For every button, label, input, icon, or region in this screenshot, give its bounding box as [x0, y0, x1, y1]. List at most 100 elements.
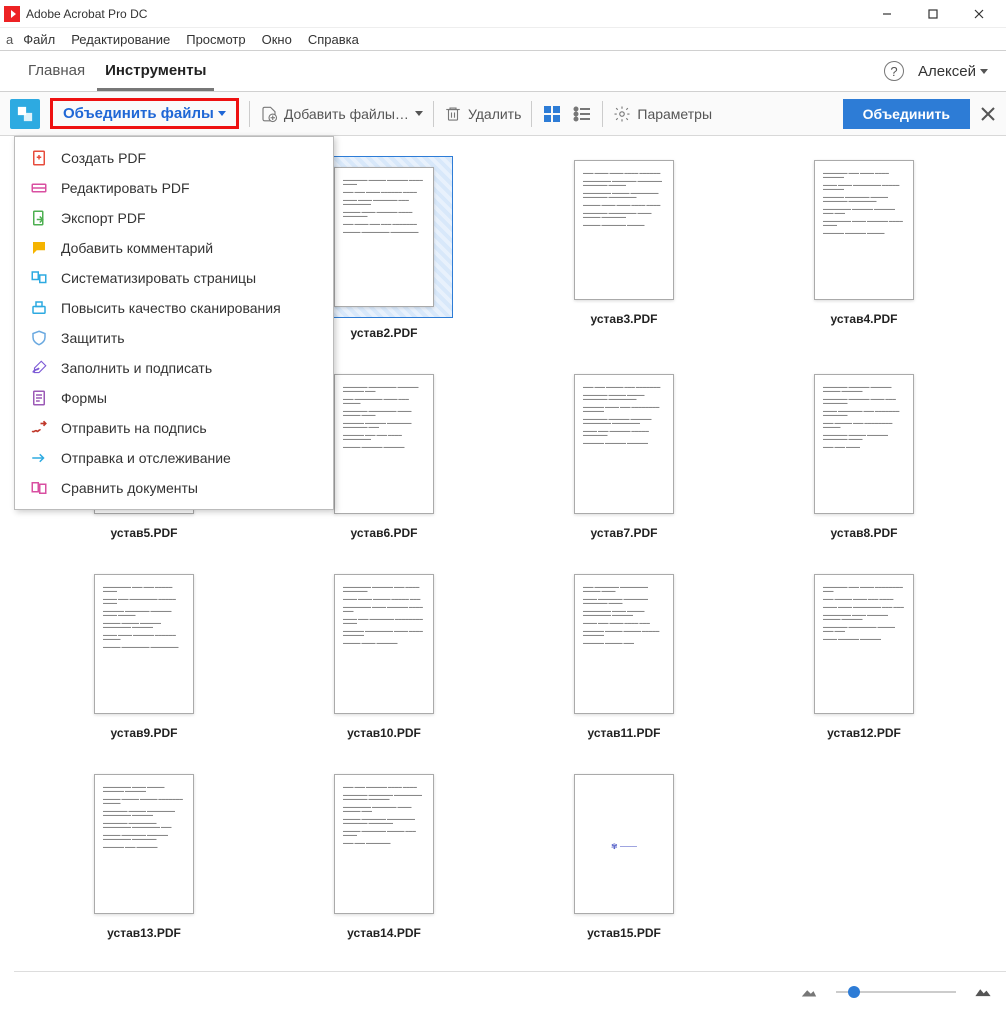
page-preview: ▬▬▬▬▬▬▬ ▬▬▬▬▬▬ ▬▬▬▬▬▬ ▬▬▬▬▬ ▬▬▬▬▬▬ ▬▬▬▬▬… [814, 374, 914, 514]
dropdown-item-comment[interactable]: Добавить комментарий [15, 233, 333, 263]
file-thumbnail[interactable]: ▬▬▬▬▬▬▬▬ ▬▬▬▬▬▬ ▬▬▬ ▬▬▬▬ ▬▬▬▬▬▬▬ ▬▬▬▬ ▬▬… [264, 570, 504, 740]
menu-file[interactable]: Файл [17, 32, 61, 47]
app-logo-icon [4, 6, 20, 22]
tools-dropdown-menu: Создать PDF Редактировать PDF Экспорт PDF Д… [14, 136, 334, 510]
combine-files-dropdown[interactable]: Объединить файлы [50, 98, 239, 129]
file-name: устав12.PDF [827, 726, 901, 740]
window-close-button[interactable] [956, 0, 1002, 28]
file-name: устав15.PDF [587, 926, 661, 940]
thumbnail-view-button[interactable] [542, 104, 562, 124]
page-preview: ▬▬▬▬▬▬▬ ▬▬▬▬▬ ▬▬▬▬▬▬ ▬▬▬▬ ▬▬▬▬ ▬▬▬ ▬▬▬ ▬… [334, 167, 434, 307]
add-files-button[interactable]: Добавить файлы… [260, 105, 423, 123]
options-button[interactable]: Параметры [613, 105, 712, 123]
user-menu[interactable]: Алексей [918, 63, 988, 80]
user-name: Алексей [918, 63, 976, 80]
dropdown-item-create-pdf[interactable]: Создать PDF [15, 143, 333, 173]
menu-edit[interactable]: Редактирование [65, 32, 176, 47]
file-name: устав11.PDF [588, 726, 661, 740]
dropdown-item-label: Заполнить и подписать [61, 360, 212, 376]
file-name: устав10.PDF [347, 726, 421, 740]
create-pdf-icon [29, 148, 49, 168]
window-minimize-button[interactable] [864, 0, 910, 28]
zoom-out-thumbnail-icon[interactable] [800, 985, 818, 999]
combine-label: Объединить файлы [63, 105, 214, 122]
dropdown-item-label: Создать PDF [61, 150, 146, 166]
separator [531, 101, 532, 127]
dropdown-item-forms[interactable]: Формы [15, 383, 333, 413]
file-thumbnail[interactable]: ▬▬▬▬▬▬▬ ▬▬▬ ▬▬▬▬ ▬▬▬▬ ▬▬▬▬▬▬ ▬▬▬▬ ▬▬▬▬ ▬… [744, 156, 984, 340]
export-pdf-icon [29, 208, 49, 228]
comment-icon [29, 238, 49, 258]
window-maximize-button[interactable] [910, 0, 956, 28]
page-preview: ▬▬▬▬▬▬▬ ▬▬▬ ▬▬▬▬ ▬▬▬▬ ▬▬▬▬▬▬ ▬▬▬▬ ▬▬▬▬ ▬… [814, 160, 914, 300]
separator [602, 101, 603, 127]
page-preview: ▬▬▬▬▬▬▬▬ ▬▬▬ ▬▬▬ ▬▬▬▬▬ ▬▬▬▬ ▬▬▬▬ ▬▬▬ ▬▬▬… [94, 574, 194, 714]
page-preview: ▬▬▬ ▬▬▬▬ ▬▬▬▬ ▬▬▬▬ ▬▬▬▬▬▬ ▬▬▬▬▬▬▬▬ ▬▬▬▬▬… [574, 160, 674, 300]
file-thumbnail[interactable]: ▬▬▬ ▬▬▬ ▬▬▬▬▬ ▬▬▬ ▬▬▬▬▬▬▬ ▬▬▬▬▬▬▬ ▬▬▬▬▬ … [504, 370, 744, 540]
page-preview: ▬▬▬▬▬▬▬ ▬▬▬ ▬▬▬▬ ▬▬▬▬▬▬▬▬ ▬▬▬ ▬▬▬ ▬▬▬▬▬ … [814, 574, 914, 714]
menu-help[interactable]: Справка [302, 32, 365, 47]
dropdown-item-label: Формы [61, 390, 107, 406]
dropdown-item-label: Защитить [61, 330, 125, 346]
file-thumbnail[interactable]: ✾ ─── устав15.PDF [504, 770, 744, 940]
file-thumbnail[interactable]: ▬▬▬ ▬▬▬▬▬▬▬ ▬▬▬▬▬▬▬▬ ▬▬▬▬▬ ▬▬▬▬ ▬▬▬▬ ▬▬▬… [504, 570, 744, 740]
edit-pdf-icon [29, 178, 49, 198]
dropdown-item-label: Сравнить документы [61, 480, 198, 496]
file-thumbnail[interactable]: ▬▬▬ ▬▬▬▬ ▬▬▬▬ ▬▬▬▬ ▬▬▬▬▬▬ ▬▬▬▬▬▬▬▬ ▬▬▬▬▬… [504, 156, 744, 340]
file-thumbnail[interactable]: ▬▬▬ ▬▬▬ ▬▬▬▬▬▬ ▬▬▬▬ ▬▬▬▬ ▬▬▬▬▬▬▬ ▬▬▬▬▬▬▬… [264, 770, 504, 940]
dropdown-item-label: Повысить качество сканирования [61, 300, 281, 316]
menu-window[interactable]: Окно [256, 32, 298, 47]
dropdown-item-organize[interactable]: Систематизировать страницы [15, 263, 333, 293]
window-title: Adobe Acrobat Pro DC [26, 7, 864, 21]
separator [249, 101, 250, 127]
tab-home[interactable]: Главная [18, 52, 95, 90]
dropdown-item-fill-sign[interactable]: Заполнить и подписать [15, 353, 333, 383]
list-view-button[interactable] [572, 104, 592, 124]
combine-tool-icon[interactable] [10, 99, 40, 129]
file-name: устав6.PDF [351, 526, 418, 540]
menu-view[interactable]: Просмотр [180, 32, 251, 47]
dropdown-item-label: Отправить на подпись [61, 420, 207, 436]
menubar-prefix: а [6, 32, 13, 47]
page-preview: ✾ ─── [574, 774, 674, 914]
dropdown-item-send-track[interactable]: Отправка и отслеживание [15, 443, 333, 473]
combine-action-button[interactable]: Объединить [843, 99, 970, 129]
dropdown-item-label: Экспорт PDF [61, 210, 146, 226]
dropdown-item-send-sign[interactable]: Отправить на подпись [15, 413, 333, 443]
dropdown-item-protect[interactable]: Защитить [15, 323, 333, 353]
protect-icon [29, 328, 49, 348]
close-tool-button[interactable] [980, 106, 996, 122]
thumbnail-size-slider[interactable] [836, 991, 956, 993]
file-name: устав14.PDF [347, 926, 421, 940]
dropdown-item-export-pdf[interactable]: Экспорт PDF [15, 203, 333, 233]
send-track-icon [29, 448, 49, 468]
dropdown-item-label: Добавить комментарий [61, 240, 213, 256]
chevron-down-icon [415, 111, 423, 116]
file-name: устав2.PDF [351, 326, 418, 340]
file-thumbnail[interactable]: ▬▬▬▬▬▬▬ ▬▬▬▬▬▬ ▬▬▬▬▬▬ ▬▬▬▬▬ ▬▬▬▬▬▬ ▬▬▬▬▬… [744, 370, 984, 540]
file-name: устав3.PDF [591, 312, 658, 326]
chevron-down-icon [980, 69, 988, 74]
fill-sign-icon [29, 358, 49, 378]
slider-handle[interactable] [848, 986, 860, 998]
zoom-in-thumbnail-icon[interactable] [974, 985, 992, 999]
menubar: а Файл Редактирование Просмотр Окно Спра… [0, 28, 1006, 50]
dropdown-item-enhance-scan[interactable]: Повысить качество сканирования [15, 293, 333, 323]
page-preview: ▬▬▬▬▬▬▬ ▬▬▬▬▬▬▬▬ ▬▬▬▬▬▬ ▬▬▬▬▬▬ ▬▬▬ ▬▬▬ ▬… [334, 374, 434, 514]
file-thumbnail[interactable]: ▬▬▬▬▬▬▬▬ ▬▬▬ ▬▬▬ ▬▬▬▬▬ ▬▬▬▬ ▬▬▬▬ ▬▬▬ ▬▬▬… [24, 570, 264, 740]
compare-icon [29, 478, 49, 498]
dropdown-item-compare[interactable]: Сравнить документы [15, 473, 333, 503]
page-preview: ▬▬▬▬▬▬▬▬ ▬▬▬▬ ▬▬▬▬▬ ▬▬▬▬▬▬ ▬▬▬▬▬▬ ▬▬▬▬▬ … [94, 774, 194, 914]
delete-button[interactable]: Удалить [444, 105, 521, 123]
file-thumbnail[interactable]: ▬▬▬▬▬▬▬ ▬▬▬ ▬▬▬▬ ▬▬▬▬▬▬▬▬ ▬▬▬ ▬▬▬ ▬▬▬▬▬ … [744, 570, 984, 740]
dropdown-item-edit-pdf[interactable]: Редактировать PDF [15, 173, 333, 203]
dropdown-item-label: Отправка и отслеживание [61, 450, 231, 466]
enhance-scan-icon [29, 298, 49, 318]
toolbar: Объединить файлы Добавить файлы… Удалить… [0, 92, 1006, 136]
tab-tools[interactable]: Инструменты [95, 52, 216, 90]
file-name: устав8.PDF [831, 526, 898, 540]
file-thumbnail[interactable]: ▬▬▬▬▬▬▬▬ ▬▬▬▬ ▬▬▬▬▬ ▬▬▬▬▬▬ ▬▬▬▬▬▬ ▬▬▬▬▬ … [24, 770, 264, 940]
organize-icon [29, 268, 49, 288]
help-icon[interactable]: ? [884, 61, 904, 81]
tabbar: Главная Инструменты ? Алексей [0, 50, 1006, 92]
